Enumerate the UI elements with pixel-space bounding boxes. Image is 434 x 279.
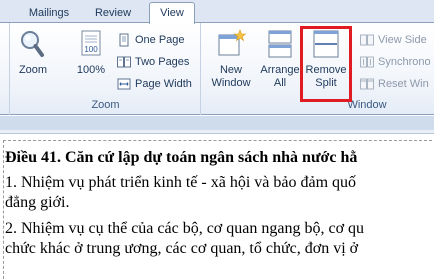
two-pages-label: Two Pages <box>135 56 190 68</box>
reset-window-icon <box>360 78 374 90</box>
arrange-all-icon <box>268 30 292 58</box>
paragraph-2: 2. Nhiệm vụ cụ thể của các bộ, cơ quan n… <box>5 219 434 259</box>
arrange-all-label: Arrange All <box>260 64 300 89</box>
one-page-label: One Page <box>135 34 185 46</box>
zoom-button[interactable]: Zoom <box>15 27 51 97</box>
window-group-label: Window <box>347 99 387 111</box>
zoom-100-label: 100% <box>76 64 106 76</box>
paragraph-1: 1. Nhiệm vụ phát triển kinh tế - xã hội … <box>5 173 434 213</box>
tab-review[interactable]: Review <box>88 4 138 23</box>
paragraph-1-line-1: 1. Nhiệm vụ phát triển kinh tế - xã hội … <box>5 174 357 191</box>
page-width-icon <box>117 78 131 90</box>
svg-text:100: 100 <box>84 45 98 54</box>
zoom-group: Zoom 100 100% One Page Two Pages Page Wi… <box>11 23 201 115</box>
magnifier-icon <box>21 31 44 57</box>
paragraph-1-line-2: đẳng giới. <box>5 194 70 211</box>
document-body[interactable]: Điều 41. Căn cứ lập dự toán ngân sách nh… <box>5 148 434 265</box>
page-100-icon: 100 <box>81 30 101 56</box>
remove-split-label: Remove Split <box>305 64 347 89</box>
zoom-group-label: Zoom <box>91 99 120 111</box>
reset-window-label: Reset Win <box>378 78 429 90</box>
synchronous-label: Synchrono <box>378 56 431 68</box>
sync-scroll-icon <box>360 56 374 68</box>
zoom-button-label: Zoom <box>18 64 48 76</box>
article-heading: Điều 41. Căn cứ lập dự toán ngân sách nh… <box>5 149 358 166</box>
paragraph-2-line-2: chức khác ở trung ương, các cơ quan, tổ … <box>5 240 359 257</box>
remove-split-icon <box>313 30 339 58</box>
new-window-button[interactable]: New Window <box>204 27 258 97</box>
remove-split-button[interactable]: Remove Split <box>301 27 351 97</box>
two-pages-icon <box>117 56 131 68</box>
ribbon-group-partial <box>0 23 10 115</box>
new-window-label: New Window <box>211 64 251 89</box>
view-side-label: View Side <box>378 34 427 46</box>
ribbon-tab-strip: Mailings Review View <box>0 0 434 24</box>
one-page-icon <box>119 33 129 47</box>
tab-view[interactable]: View <box>149 2 195 24</box>
side-by-side-icon <box>360 34 374 46</box>
new-window-icon <box>218 29 246 56</box>
zoom-100-button[interactable]: 100 100% <box>73 27 109 97</box>
page-width-label: Page Width <box>135 78 192 90</box>
tab-mailings[interactable]: Mailings <box>19 4 79 23</box>
ribbon: Zoom 100 100% One Page Two Pages Page Wi… <box>0 23 434 115</box>
arrange-all-button[interactable]: Arrange All <box>256 27 304 97</box>
window-group: New Window Arrange All Remove Split View… <box>202 23 434 115</box>
paragraph-2-line-1: 2. Nhiệm vụ cụ thể của các bộ, cơ quan n… <box>5 220 365 237</box>
ruler-bar <box>0 116 434 130</box>
